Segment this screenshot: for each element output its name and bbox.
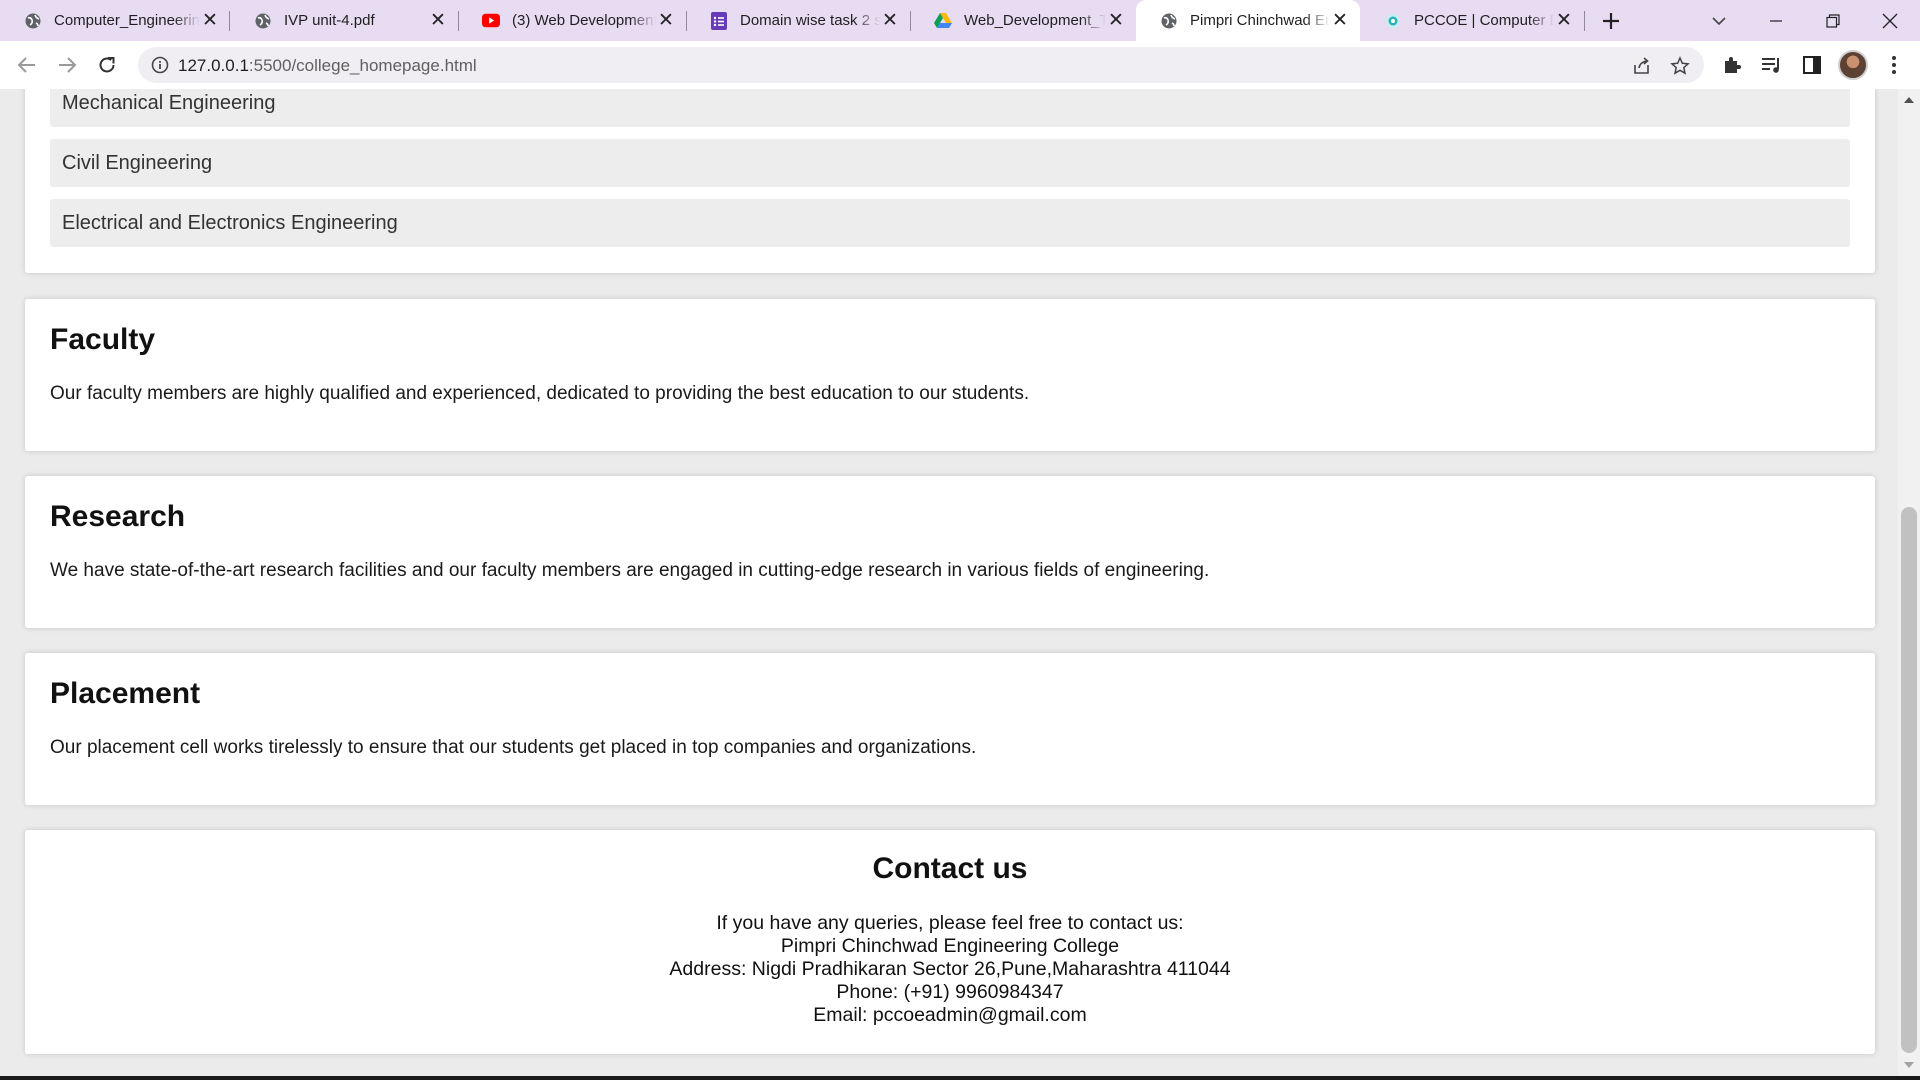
close-tab-icon[interactable]: ✕ [656, 10, 676, 31]
placement-text: Our placement cell works tirelessly to e… [50, 737, 977, 758]
browser-toolbar: 127.0.0.1:5500/college_homepage.html [0, 41, 1920, 89]
tab-computer-engineering[interactable]: Computer_Engineering ✕ [0, 0, 230, 41]
url-text[interactable]: 127.0.0.1:5500/college_homepage.html [178, 56, 477, 76]
youtube-icon [482, 12, 500, 30]
tab-title: (3) Web Development [512, 12, 656, 29]
close-tab-icon[interactable]: ✕ [1330, 10, 1350, 31]
research-text: We have state-of-the-art research facili… [50, 560, 1210, 581]
department-item: Electrical and Electronics Engineering [50, 199, 1850, 247]
contact-heading: Contact us [872, 852, 1028, 885]
share-icon[interactable] [1630, 54, 1654, 78]
faculty-text: Our faculty members are highly qualified… [50, 383, 1030, 404]
departments-card: Mechanical Engineering Civil Engineering… [25, 89, 1875, 273]
pccoe-icon [1384, 12, 1402, 30]
arrow-right-icon [59, 57, 77, 73]
faculty-heading: Faculty [50, 323, 156, 356]
kebab-menu-icon[interactable] [1880, 51, 1908, 79]
research-section: Research We have state-of-the-art resear… [25, 476, 1875, 628]
url-host: 127.0.0.1 [178, 56, 249, 75]
profile-avatar[interactable] [1838, 50, 1868, 80]
close-tab-icon[interactable]: ✕ [880, 10, 900, 31]
minimize-icon [1770, 20, 1782, 22]
research-heading: Research [50, 500, 186, 533]
scroll-down-arrow-icon[interactable] [1904, 1062, 1914, 1068]
bookmark-star-icon[interactable] [1668, 54, 1692, 78]
globe-icon [1160, 12, 1178, 30]
globe-icon [24, 12, 42, 30]
url-path: :5500/college_homepage.html [248, 56, 477, 75]
tab-separator [1584, 11, 1585, 31]
tab-web-development-drive[interactable]: Web_Development_Ta ✕ [910, 0, 1136, 41]
tab-ivp-unit-4[interactable]: IVP unit-4.pdf ✕ [230, 0, 458, 41]
tab-title: Pimpri Chinchwad Eng [1190, 12, 1330, 29]
close-tab-icon[interactable]: ✕ [1106, 10, 1126, 31]
chevron-down-icon [1712, 17, 1726, 26]
scrollbar-thumb[interactable] [1901, 507, 1917, 1053]
plus-icon [1603, 13, 1619, 29]
tab-pimpri-chinchwad-active[interactable]: Pimpri Chinchwad Eng ✕ [1136, 0, 1360, 41]
reload-button[interactable] [92, 50, 122, 80]
contact-details: If you have any queries, please feel fre… [25, 912, 1875, 1027]
tab-title: Computer_Engineering [54, 12, 200, 29]
faculty-section: Faculty Our faculty members are highly q… [25, 299, 1875, 451]
restore-button[interactable] [1818, 6, 1848, 36]
forms-icon [710, 11, 728, 30]
extensions-icon[interactable] [1718, 51, 1746, 79]
tab-title: IVP unit-4.pdf [284, 12, 375, 29]
contact-college: Pimpri Chinchwad Engineering College [780, 935, 1120, 957]
arrow-left-icon [17, 57, 35, 73]
close-tab-icon[interactable]: ✕ [1554, 10, 1574, 31]
tab-title: Web_Development_Ta [964, 12, 1106, 29]
forward-button[interactable] [52, 50, 82, 80]
media-controls-icon[interactable] [1758, 51, 1786, 79]
department-item: Mechanical Engineering [50, 89, 1850, 127]
contact-section: Contact us If you have any queries, plea… [25, 830, 1875, 1054]
page-scrollbar[interactable] [1898, 89, 1920, 1076]
placement-heading: Placement [50, 677, 201, 710]
contact-address: Address: Nigdi Pradhikaran Sector 26,Pun… [669, 958, 1231, 980]
tab-domain-wise-task[interactable]: Domain wise task 2 su ✕ [686, 0, 910, 41]
close-icon [1882, 13, 1898, 29]
close-tab-icon[interactable]: ✕ [428, 10, 448, 31]
tab-search-button[interactable] [1704, 6, 1734, 36]
tab-pccoe-computer[interactable]: PCCOE | Computer En ✕ [1360, 0, 1584, 41]
contact-intro: If you have any queries, please feel fre… [716, 912, 1184, 934]
department-item: Civil Engineering [50, 139, 1850, 187]
tab-web-development-youtube[interactable]: (3) Web Development ✕ [458, 0, 686, 41]
contact-phone: Phone: (+91) 9960984347 [836, 981, 1064, 1003]
address-bar[interactable]: 127.0.0.1:5500/college_homepage.html [138, 47, 1704, 83]
page-viewport: Mechanical Engineering Civil Engineering… [0, 89, 1920, 1076]
reload-icon [99, 57, 115, 73]
site-info-icon[interactable] [150, 55, 170, 75]
side-panel-icon[interactable] [1798, 51, 1826, 79]
minimize-button[interactable] [1761, 6, 1791, 36]
window-bottom-border [0, 1076, 1920, 1080]
drive-icon [934, 12, 952, 30]
contact-email: Email: pccoeadmin@gmail.com [813, 1004, 1087, 1026]
tab-strip: Computer_Engineering ✕ IVP unit-4.pdf ✕ … [0, 0, 1920, 41]
globe-icon [254, 12, 272, 30]
placement-section: Placement Our placement cell works tirel… [25, 653, 1875, 805]
tab-title: PCCOE | Computer En [1414, 12, 1554, 29]
new-tab-button[interactable] [1596, 6, 1626, 36]
back-button[interactable] [12, 50, 42, 80]
tab-title: Domain wise task 2 su [740, 12, 880, 29]
scroll-up-arrow-icon[interactable] [1904, 97, 1914, 103]
close-tab-icon[interactable]: ✕ [200, 10, 220, 31]
restore-icon [1826, 14, 1840, 28]
close-window-button[interactable] [1875, 6, 1905, 36]
